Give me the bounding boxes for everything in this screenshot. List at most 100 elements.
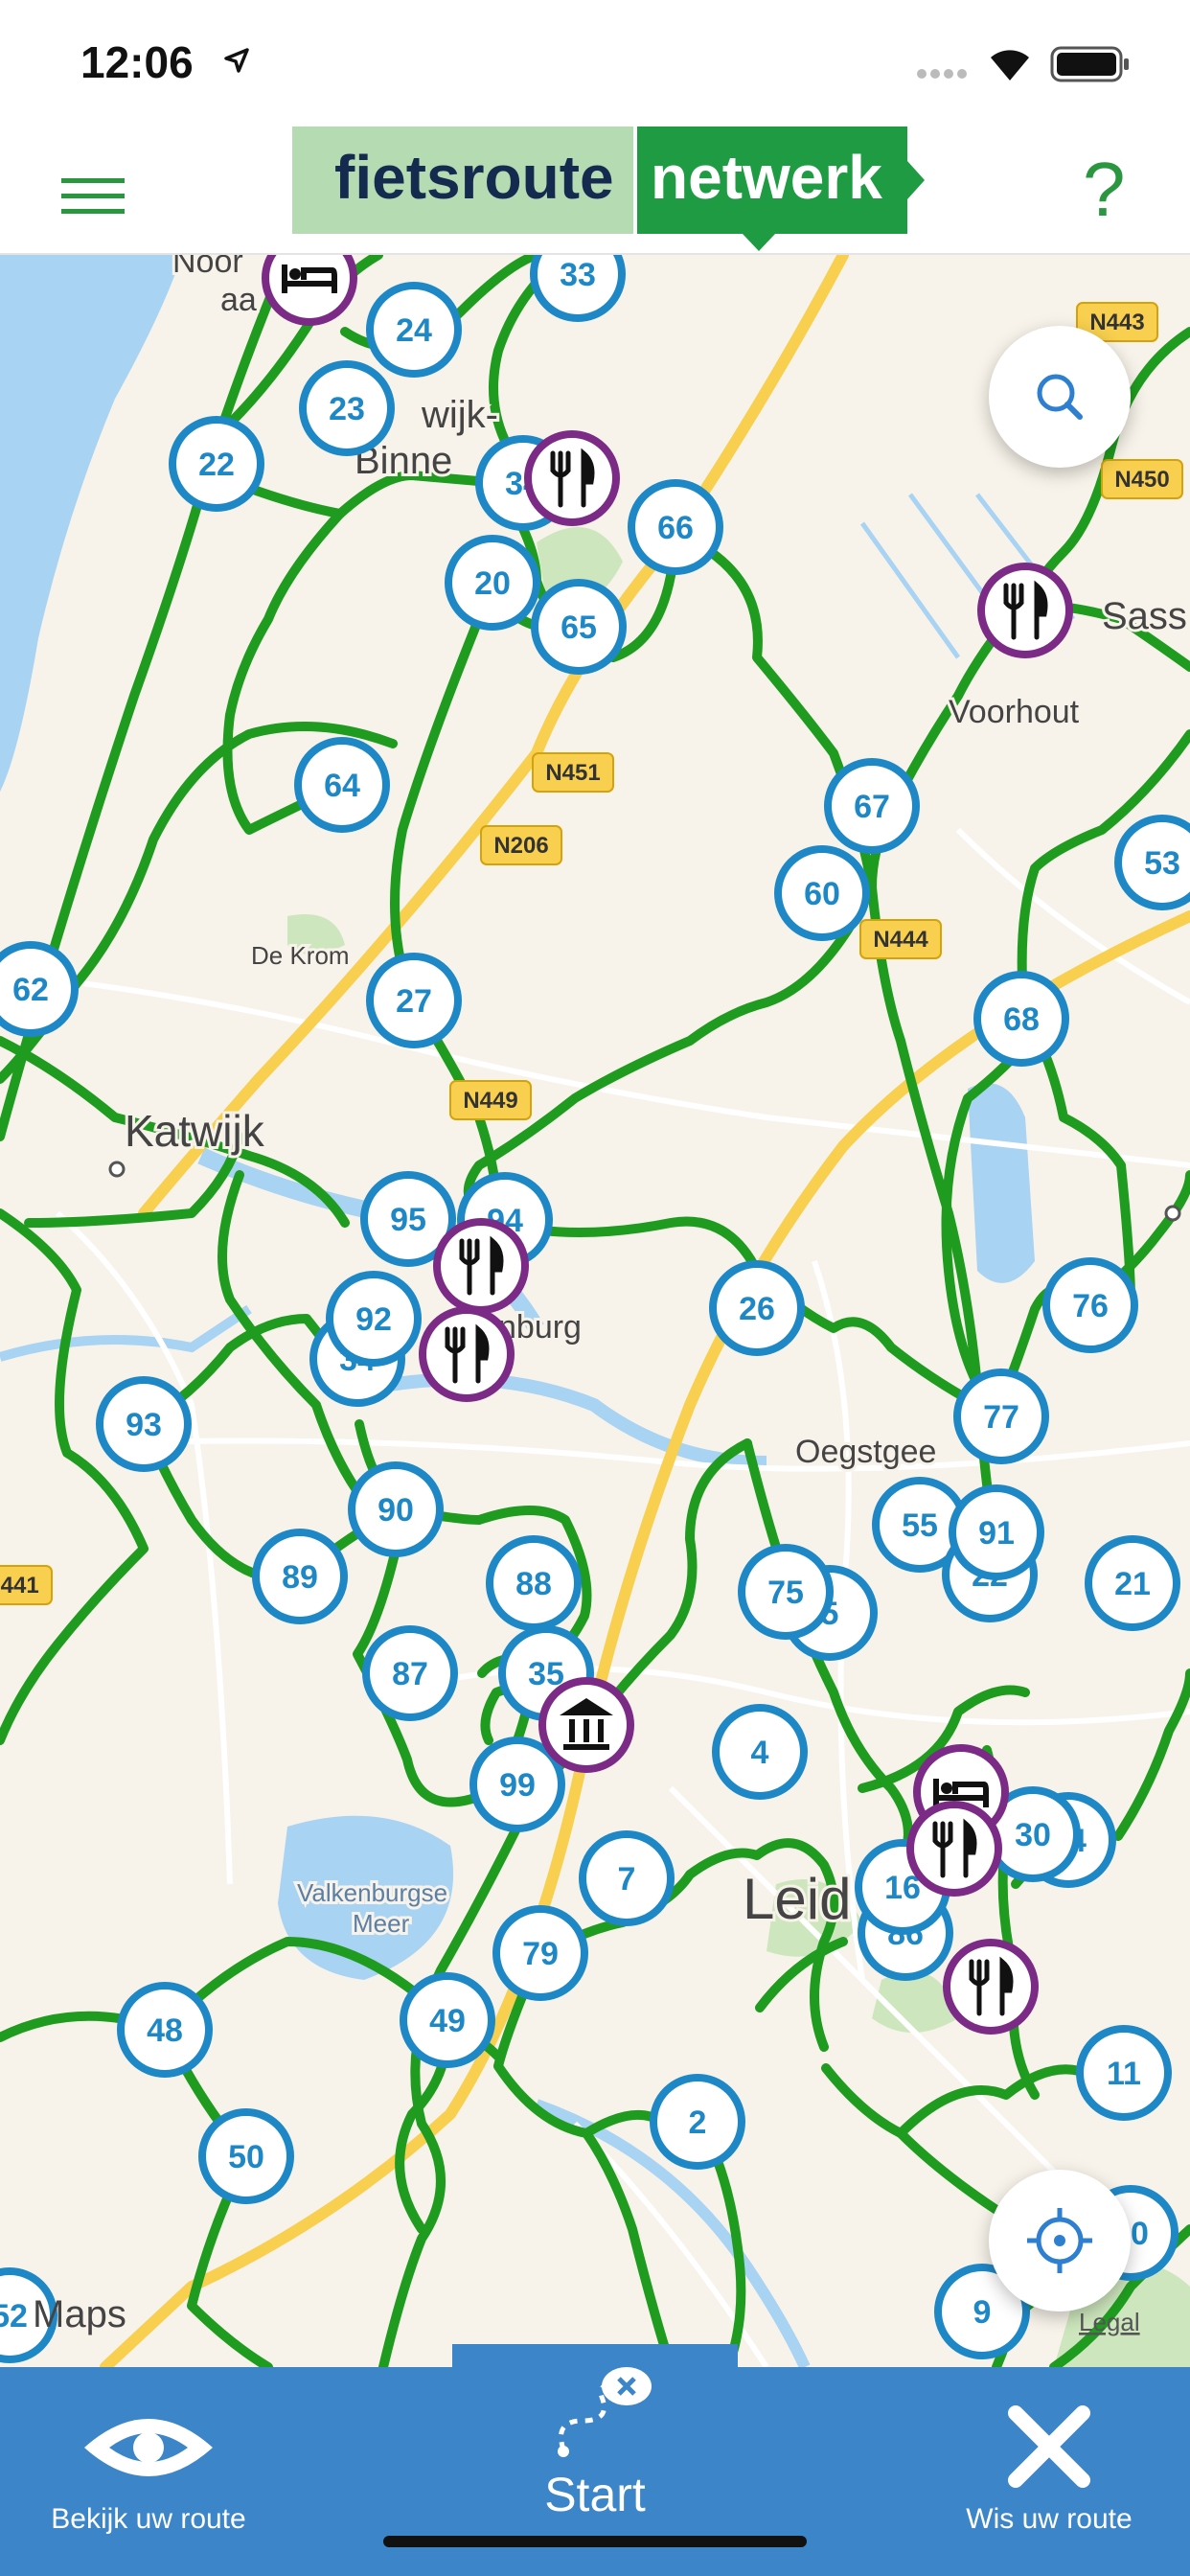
road-badge-n444: N444 xyxy=(873,927,928,953)
route-node[interactable]: 77 xyxy=(953,1368,1049,1464)
route-node[interactable]: 62 xyxy=(0,941,79,1037)
place-label-noordwijk-binnen-wijk: wijk- xyxy=(421,394,498,436)
route-node[interactable]: 26 xyxy=(709,1260,805,1356)
route-node[interactable]: 11 xyxy=(1076,2025,1172,2121)
road-badge-n450: N450 xyxy=(1114,467,1169,493)
logo-text-netwerk: netwerk xyxy=(651,143,882,212)
route-node[interactable]: 64 xyxy=(294,737,390,833)
route-node[interactable]: 67 xyxy=(824,758,920,854)
map-view[interactable]: N443 N450 N451 N206 N444 N449 N441 Katwi… xyxy=(0,255,1190,2367)
route-node-label: 50 xyxy=(228,2139,264,2175)
restaurant-poi-icon[interactable] xyxy=(524,430,620,526)
route-node[interactable]: 33 xyxy=(530,255,626,322)
route-node-label: 30 xyxy=(1015,1817,1051,1853)
restaurant-poi-icon[interactable] xyxy=(943,1939,1039,2035)
search-button[interactable] xyxy=(989,326,1131,468)
search-icon xyxy=(1037,374,1083,420)
route-node-label: 87 xyxy=(392,1656,428,1692)
route-node[interactable]: 89 xyxy=(252,1529,348,1624)
restaurant-poi-icon[interactable] xyxy=(906,1801,1002,1897)
route-node-label: 33 xyxy=(560,257,596,293)
locate-me-button[interactable] xyxy=(989,2170,1131,2312)
route-node[interactable]: 93 xyxy=(96,1376,192,1472)
battery-icon xyxy=(1050,46,1129,82)
road-badge-n206: N206 xyxy=(493,833,548,859)
place-label-valkenburgse: Valkenburgse xyxy=(297,1878,447,1907)
route-node-label: 55 xyxy=(902,1507,938,1544)
location-arrow-icon xyxy=(224,48,249,73)
route-node[interactable]: 22 xyxy=(169,416,264,512)
view-route-label: Bekijk uw route xyxy=(51,2503,246,2535)
route-node[interactable]: 75 xyxy=(738,1544,834,1640)
route-node[interactable]: 20 xyxy=(445,535,540,631)
wifi-icon xyxy=(991,50,1029,80)
route-node[interactable]: 23 xyxy=(299,360,395,456)
museum-poi-icon[interactable] xyxy=(538,1677,634,1773)
start-label: Start xyxy=(544,2468,646,2521)
place-label-meer: Meer xyxy=(353,1909,410,1938)
route-node-label: 95 xyxy=(390,1202,426,1238)
route-node-label: 21 xyxy=(1114,1566,1151,1602)
route-node[interactable]: 65 xyxy=(531,579,627,675)
restaurant-poi-icon[interactable] xyxy=(433,1218,529,1314)
place-label-voorhout: Voorhout xyxy=(949,694,1080,730)
route-node-label: 66 xyxy=(657,510,694,546)
route-node[interactable]: 24 xyxy=(366,282,462,378)
place-label-de-krom: De Krom xyxy=(251,941,350,970)
route-node[interactable]: 4 xyxy=(712,1704,808,1800)
route-node-label: 99 xyxy=(499,1767,536,1804)
app-logo: fietsroute netwerk xyxy=(292,125,925,251)
hotel-poi-icon[interactable] xyxy=(262,255,357,326)
route-node-label: 89 xyxy=(282,1559,318,1596)
restaurant-poi-icon[interactable] xyxy=(977,563,1073,658)
route-node[interactable]: 50 xyxy=(198,2108,294,2204)
start-button[interactable]: Start xyxy=(452,2344,738,2561)
route-node[interactable]: 68 xyxy=(973,971,1069,1067)
route-node-label: 75 xyxy=(767,1575,804,1611)
route-node[interactable]: 49 xyxy=(400,1972,495,2068)
route-node-label: 48 xyxy=(147,2012,183,2049)
cellular-signal-icon xyxy=(917,69,967,79)
route-node[interactable]: 2 xyxy=(650,2074,745,2170)
route-node-label: 49 xyxy=(429,2003,466,2039)
route-node[interactable]: 92 xyxy=(326,1271,422,1367)
route-node[interactable]: 48 xyxy=(117,1982,213,2078)
route-node[interactable]: 21 xyxy=(1085,1535,1180,1631)
route-node-label: 77 xyxy=(983,1399,1019,1436)
menu-icon[interactable] xyxy=(61,174,126,218)
place-label-aan-zee: aa xyxy=(220,282,257,318)
route-node[interactable]: 66 xyxy=(628,479,723,575)
route-node[interactable]: 53 xyxy=(1114,815,1190,910)
map-canvas[interactable]: N443 N450 N451 N206 N444 N449 N441 Katwi… xyxy=(0,255,1190,2367)
clear-route-label: Wis uw route xyxy=(966,2503,1133,2535)
status-time: 12:06 xyxy=(80,37,194,87)
maps-attribution: Maps xyxy=(33,2293,126,2335)
route-node[interactable]: 60 xyxy=(774,845,870,941)
route-node[interactable]: 90 xyxy=(348,1461,444,1557)
route-node-label: 90 xyxy=(378,1492,414,1529)
restaurant-poi-icon[interactable] xyxy=(419,1306,515,1402)
route-node[interactable]: 7 xyxy=(579,1830,675,1926)
legal-link[interactable]: Legal xyxy=(1079,2308,1140,2336)
help-button[interactable]: ? xyxy=(1083,146,1126,234)
route-node-label: 22 xyxy=(198,447,235,483)
route-node-label: 67 xyxy=(854,789,890,825)
route-node-label: 24 xyxy=(396,312,432,349)
route-node-label: 26 xyxy=(739,1291,775,1327)
route-node[interactable]: 27 xyxy=(366,953,462,1048)
route-node[interactable]: 88 xyxy=(486,1535,582,1631)
route-node[interactable]: 91 xyxy=(949,1484,1044,1580)
status-bar: 12:06 xyxy=(0,0,1190,125)
view-route-button[interactable]: Bekijk uw route xyxy=(19,2377,278,2559)
route-node-label: 27 xyxy=(396,983,432,1020)
route-node[interactable]: 87 xyxy=(362,1625,458,1721)
route-node-label: 79 xyxy=(522,1936,559,1972)
crosshair-icon xyxy=(1027,2208,1092,2273)
route-node[interactable]: 79 xyxy=(492,1905,588,2001)
place-label-sass: Sass xyxy=(1102,595,1187,637)
clear-route-button[interactable]: Wis uw route xyxy=(920,2377,1179,2559)
logo-text-fietsroute: fietsroute xyxy=(334,143,614,212)
route-node-label: 52 xyxy=(0,2298,28,2334)
place-label-oegstgeest: Oegstgee xyxy=(795,1434,936,1470)
route-node[interactable]: 76 xyxy=(1042,1257,1138,1353)
